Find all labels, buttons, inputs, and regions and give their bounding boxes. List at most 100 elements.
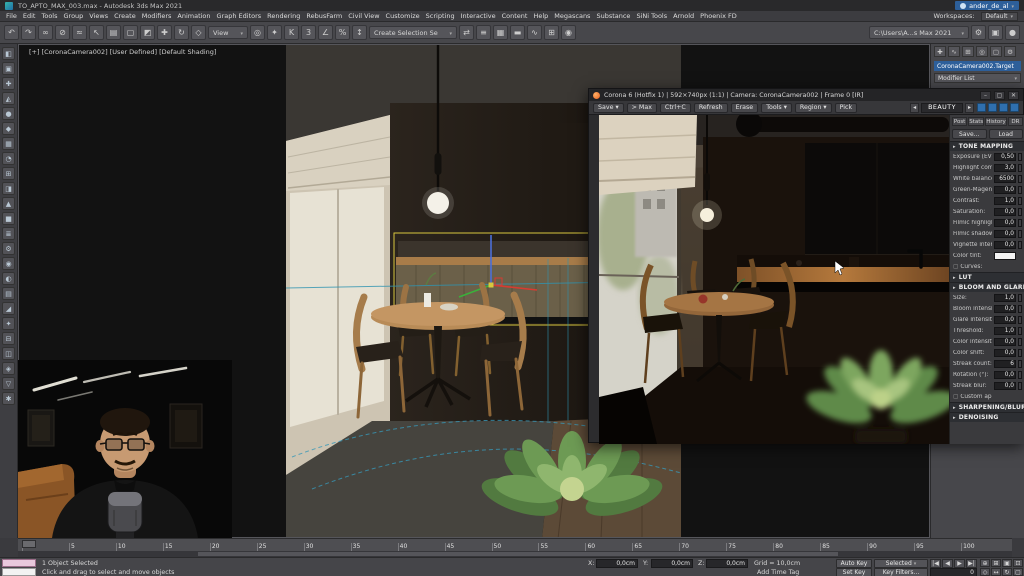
parameter-value-field[interactable]: 6500 [994,175,1016,183]
curve-editor-icon[interactable]: ∿ [527,25,542,40]
orbit-icon[interactable]: ↻ [1002,568,1012,576]
modify-tab-icon[interactable]: ∿ [948,46,960,57]
vfb-rendered-image[interactable] [599,115,949,444]
zoom-region-icon[interactable]: ⊡ [1013,559,1023,567]
left-toolbar-icon[interactable]: ◢ [2,302,15,315]
left-toolbar-icon[interactable]: ◆ [2,122,15,135]
menu-item[interactable]: Help [533,12,548,20]
keyboard-override-icon[interactable]: K [284,25,299,40]
render-setup-icon[interactable]: ⚙ [971,25,986,40]
vfb-panel-tab[interactable]: History [985,117,1007,126]
parameter-spinner[interactable] [1018,175,1022,183]
vfb-tools-button[interactable]: Tools ▾ [761,103,792,113]
angle-snap-icon[interactable]: ∠ [318,25,333,40]
parameter-value-field[interactable]: 0,0 [994,316,1016,324]
left-toolbar-icon[interactable]: ◨ [2,182,15,195]
left-toolbar-icon[interactable]: ● [2,107,15,120]
parameter-spinner[interactable] [1018,241,1022,249]
parameter-spinner[interactable] [1018,382,1022,390]
vfb-panel-tab[interactable]: DR [1008,117,1023,126]
left-toolbar-icon[interactable]: ▦ [2,137,15,150]
parameter-spinner[interactable] [1018,305,1022,313]
x-coordinate-field[interactable]: 0,0cm [596,559,638,568]
bloom-glare-header[interactable]: BLOOM AND GLARE [950,282,1024,292]
left-toolbar-icon[interactable]: ◈ [2,362,15,375]
scrollbar-thumb[interactable] [198,552,838,556]
parameter-spinner[interactable] [1018,153,1022,161]
vfb-refresh-button[interactable]: Refresh [694,103,728,113]
key-filters-button[interactable]: Key Filters... [874,568,928,576]
parameter-spinner[interactable] [1018,316,1022,324]
menu-item[interactable]: Create [114,12,136,20]
left-toolbar-icon[interactable]: ◔ [2,152,15,165]
set-key-button[interactable]: Set Key [836,568,872,576]
object-name-field[interactable]: CoronaCamera002.Target [934,61,1021,71]
parameter-value-field[interactable]: 0,0 [994,219,1016,227]
workspaces-dropdown[interactable]: Default [981,12,1018,21]
left-toolbar-icon[interactable]: ◐ [2,272,15,285]
parameter-value-field[interactable]: 0,0 [994,382,1016,390]
sign-in-button[interactable]: ander_de_al [955,1,1019,10]
menu-item[interactable]: Arnold [673,12,694,20]
named-selection-sets-field[interactable]: Create Selection Se [369,26,457,39]
material-editor-icon[interactable]: ◉ [561,25,576,40]
close-icon[interactable]: ✕ [1008,91,1019,100]
parameter-spinner[interactable] [1018,327,1022,335]
unlink-selection-icon[interactable]: ⊘ [55,25,70,40]
parameter-value-field[interactable]: 0,0 [994,230,1016,238]
time-slider[interactable] [22,540,36,548]
parameter-value-field[interactable]: 1,0 [994,327,1016,335]
channel-next-icon[interactable]: ▸ [965,103,974,113]
sharpening-header[interactable]: SHARPENING/BLURRING [950,402,1024,412]
scene-explorer-icon[interactable]: ▦ [493,25,508,40]
parameter-spinner[interactable] [1018,197,1022,205]
rectangular-selection-region-icon[interactable]: ▢ [123,25,138,40]
menu-item[interactable]: Modifiers [142,12,172,20]
menu-item[interactable]: Edit [23,12,36,20]
current-frame-field[interactable]: 0 [930,568,977,576]
und o-icon[interactable]: ↶ [4,25,19,40]
go-to-start-button[interactable]: |◀ [930,559,941,568]
track-bar[interactable]: 0510152025303540455055606570758085909510… [18,538,1012,551]
left-toolbar-icon[interactable]: ≣ [2,227,15,240]
parameter-spinner[interactable] [1018,360,1022,368]
previous-frame-button[interactable]: ◀ [942,559,953,568]
menu-item[interactable]: Civil View [348,12,379,20]
menu-item[interactable]: Interactive [461,12,496,20]
parameter-spinner[interactable] [1018,219,1022,227]
modifier-list-dropdown[interactable]: Modifier List [934,73,1021,83]
parameter-spinner[interactable] [1018,338,1022,346]
channel-label[interactable]: BEAUTY [921,103,963,113]
denoising-header[interactable]: DENOISING [950,412,1024,422]
left-toolbar-icon[interactable]: ⚙ [2,242,15,255]
left-toolbar-icon[interactable]: ✚ [2,77,15,90]
select-and-rotate-icon[interactable]: ↻ [174,25,189,40]
maximize-viewport-icon[interactable]: ▢ [1013,568,1023,576]
vfb-region-button[interactable]: Region ▾ [795,103,832,113]
utilities-tab-icon[interactable]: ⚙ [1004,46,1016,57]
key-selection-set-dropdown[interactable]: Selected [874,559,928,568]
menu-item[interactable]: Graph Editors [217,12,262,20]
field-of-view-icon[interactable]: ◇ [980,568,990,576]
maxscript-mini-listener[interactable] [2,568,36,576]
left-toolbar-icon[interactable]: ◉ [2,257,15,270]
go-to-end-button[interactable]: ▶| [966,559,977,568]
parameter-spinner[interactable] [1018,230,1022,238]
left-toolbar-icon[interactable]: ■ [2,212,15,225]
vfb-image-area[interactable] [599,115,949,444]
menu-item[interactable]: Customize [386,12,420,20]
parameter-spinner[interactable] [1018,208,1022,216]
schematic-view-icon[interactable]: ⊞ [544,25,559,40]
vfb-pick-button[interactable]: Pick [835,103,858,113]
parameter-value-field[interactable]: 0,0 [994,186,1016,194]
parameter-spinner[interactable] [1018,349,1022,357]
snap-toggle-3d-icon[interactable]: 3 [301,25,316,40]
auto-key-button[interactable]: Auto Key [836,559,872,568]
parameter-spinner[interactable] [1018,164,1022,172]
parameter-spinner[interactable] [1018,371,1022,379]
menu-item[interactable]: Tools [41,12,57,20]
project-path-dropdown[interactable]: C:\Users\A...s Max 2021 [869,26,969,39]
vfb-dock-stats-icon[interactable] [999,103,1008,112]
select-object-icon[interactable]: ↖ [89,25,104,40]
parameter-value-field[interactable]: 0,0 [994,338,1016,346]
